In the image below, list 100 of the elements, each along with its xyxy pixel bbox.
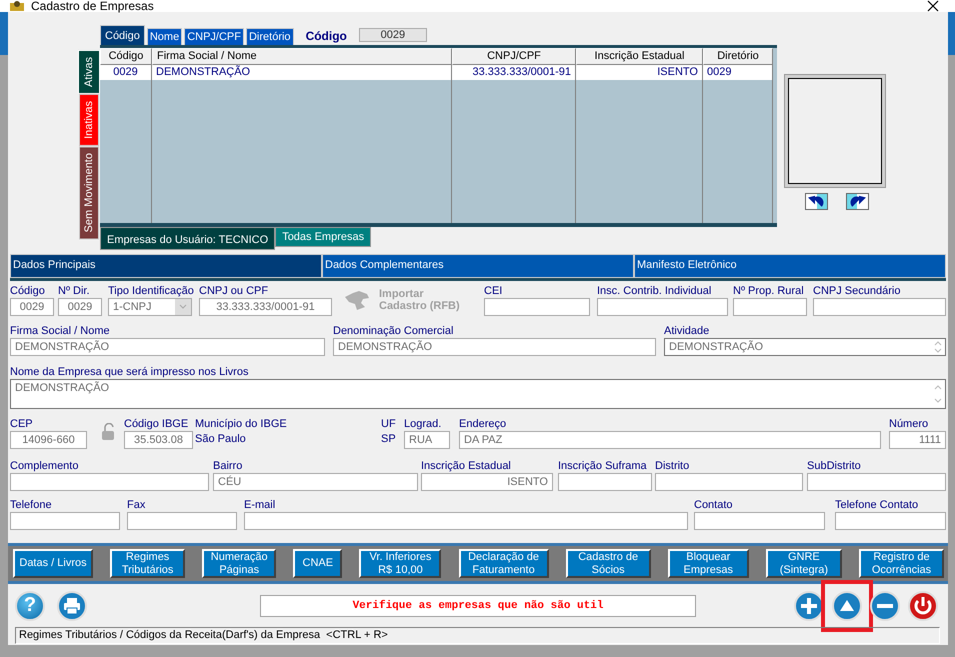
function-button[interactable]: Regimes Tributários: [110, 549, 186, 578]
column-header[interactable]: CNPJ/CPF: [452, 48, 576, 65]
detail-tab[interactable]: Dados Principais: [10, 254, 322, 278]
function-button[interactable]: Bloquear Empresas: [668, 549, 749, 578]
field-label: Nome da Empresa que será impresso nos Livros: [10, 365, 250, 379]
scope-tab[interactable]: Empresas do Usuário: TECNICO: [100, 227, 276, 250]
function-button[interactable]: GNRE (Sintegra): [766, 549, 842, 578]
input-field[interactable]: 0029: [58, 298, 102, 316]
text-area[interactable]: DEMONSTRAÇÃO: [10, 379, 946, 409]
field-label: Bairro: [213, 459, 244, 473]
input-field[interactable]: 1111: [889, 431, 946, 449]
input-field[interactable]: DEMONSTRAÇÃO: [333, 338, 656, 356]
field-label: Município do IBGE: [195, 417, 288, 431]
field-label: Inscrição Estadual: [421, 459, 512, 473]
vertical-tab[interactable]: Ativas: [78, 50, 100, 94]
message-text: Verifique as empresas que não são util: [260, 594, 696, 616]
column-header[interactable]: Diretório: [703, 48, 773, 65]
function-button[interactable]: CNAE: [293, 549, 342, 578]
field-label: Tipo Identificação: [108, 284, 192, 298]
window-title: Cadastro de Empresas: [31, 0, 154, 12]
input-field[interactable]: [694, 512, 825, 530]
search-field[interactable]: 0029: [358, 28, 427, 42]
field-label: Lograd.: [404, 417, 442, 431]
detail-tab[interactable]: Dados Complementares: [322, 254, 634, 278]
table-cell: 0029: [703, 65, 773, 80]
column-header[interactable]: Firma Social / Nome: [152, 48, 452, 65]
table-cell: DEMONSTRAÇÃO: [152, 65, 452, 80]
table-cell: ISENTO: [576, 65, 703, 80]
table-cell: 33.333.333/0001-91: [452, 65, 576, 80]
rotate-left-icon[interactable]: [805, 193, 828, 210]
field-label: UF: [381, 417, 397, 431]
field-label: Nº Dir.: [58, 284, 91, 298]
minus-icon[interactable]: [869, 590, 901, 622]
input-field[interactable]: [835, 512, 946, 530]
field-label: Denominação Comercial: [333, 324, 454, 338]
input-field[interactable]: ISENTO: [421, 473, 553, 491]
function-button[interactable]: Cadastro de Sócios: [566, 549, 651, 578]
function-button[interactable]: Vr. Inferiores R$ 10,00: [359, 549, 442, 578]
function-button[interactable]: Numeração Páginas: [202, 549, 276, 578]
vertical-tab[interactable]: Inativas: [79, 94, 99, 146]
field-label: CEI: [484, 284, 504, 298]
input-field[interactable]: [127, 512, 237, 530]
search-tab[interactable]: Código: [100, 25, 145, 45]
input-field[interactable]: RUA: [404, 431, 450, 449]
field-label: Inscrição Suframa: [558, 459, 648, 473]
column-header[interactable]: Código: [100, 48, 152, 65]
field-label: Telefone Contato: [835, 498, 920, 512]
field-label: Código IBGE: [124, 417, 190, 431]
scope-tab[interactable]: Todas Empresas: [275, 227, 372, 247]
input-field[interactable]: 33.333.333/0001-91: [199, 298, 332, 316]
field-label: Endereço: [459, 417, 508, 431]
column-header[interactable]: Inscrição Estadual: [576, 48, 703, 65]
close-icon[interactable]: [927, 0, 939, 12]
search-label: Código: [306, 29, 347, 43]
input-field[interactable]: [813, 298, 946, 316]
field-label: Contato: [694, 498, 734, 512]
search-tab[interactable]: Nome: [146, 28, 182, 45]
chevron-down-icon: [175, 299, 191, 315]
input-field[interactable]: [655, 473, 803, 491]
input-field[interactable]: DA PAZ: [459, 431, 881, 449]
field-label: Fax: [127, 498, 146, 512]
input-field[interactable]: [10, 512, 120, 530]
field-label: Complemento: [10, 459, 80, 473]
field-label: Telefone: [10, 498, 53, 512]
field-label: Insc. Contrib. Individual: [597, 284, 712, 298]
status-bar: Regimes Tributários / Códigos da Receita(Darf's) da Empresa <CTRL + R>: [15, 627, 940, 644]
function-button[interactable]: Datas / Livros: [13, 549, 93, 578]
field-label: E-mail: [244, 498, 276, 512]
vertical-tab[interactable]: Sem Movimento: [79, 146, 99, 240]
input-field[interactable]: [558, 473, 652, 491]
power-icon[interactable]: [907, 590, 939, 622]
field-label: CNPJ Secundário: [813, 284, 902, 298]
input-field[interactable]: [597, 298, 728, 316]
input-field[interactable]: [10, 473, 209, 491]
function-button[interactable]: Registro de Ocorrências: [858, 549, 944, 578]
input-field[interactable]: DEMONSTRAÇÃO: [664, 338, 946, 356]
input-field[interactable]: 35.503.08: [124, 431, 193, 449]
input-field[interactable]: CÉU: [213, 473, 418, 491]
search-tab[interactable]: CNPJ/CPF: [184, 28, 244, 45]
field-label: Firma Social / Nome: [10, 324, 111, 338]
function-button[interactable]: Declaração de Faturamento: [458, 549, 549, 578]
input-field[interactable]: [244, 512, 688, 530]
search-tab[interactable]: Diretório: [246, 28, 294, 45]
table-cell: 0029: [100, 65, 152, 80]
dropdown[interactable]: 1-CNPJ: [108, 298, 192, 316]
field-label: Atividade: [664, 324, 710, 338]
input-field[interactable]: [807, 473, 946, 491]
input-field[interactable]: [484, 298, 590, 316]
app-icon: [9, 0, 25, 12]
input-field[interactable]: [733, 298, 807, 316]
input-field[interactable]: 0029: [10, 298, 54, 316]
input-field[interactable]: 14096-660: [10, 431, 87, 449]
field-label: SubDistrito: [807, 459, 862, 473]
field-label: Nº Prop. Rural: [733, 284, 805, 298]
input-field[interactable]: DEMONSTRAÇÃO: [10, 338, 325, 356]
field-value: SP: [381, 432, 397, 447]
field-label: Distrito: [655, 459, 690, 473]
printer-icon[interactable]: [57, 590, 87, 620]
rotate-right-icon[interactable]: [846, 193, 869, 210]
detail-tab[interactable]: Manifesto Eletrônico: [634, 254, 946, 278]
